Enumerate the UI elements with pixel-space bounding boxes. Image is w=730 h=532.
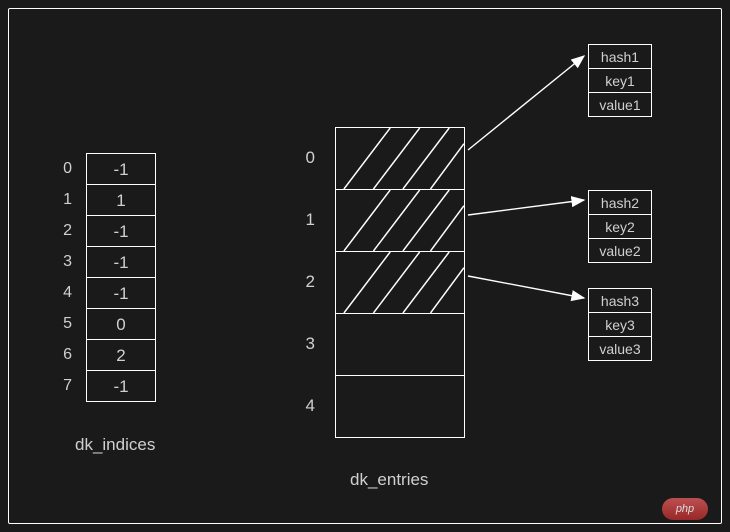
index-cell: -1 bbox=[86, 278, 156, 309]
entries-cells bbox=[335, 127, 465, 438]
entries-table: 0 1 2 3 4 bbox=[303, 127, 465, 438]
indices-row-labels: 0 1 2 3 4 5 6 7 bbox=[60, 153, 72, 402]
index-label: 1 bbox=[60, 184, 72, 215]
index-cell: 2 bbox=[86, 340, 156, 371]
entry-label: 3 bbox=[303, 313, 315, 375]
watermark-badge: php bbox=[662, 498, 708, 520]
entry-detail-1: hash2 key2 value2 bbox=[588, 190, 652, 263]
entry-cell-3 bbox=[335, 314, 465, 376]
indices-table: 0 1 2 3 4 5 6 7 -1 1 -1 -1 -1 0 2 -1 bbox=[60, 153, 156, 402]
entries-caption: dk_entries bbox=[350, 470, 428, 490]
entries-row-labels: 0 1 2 3 4 bbox=[303, 127, 315, 438]
detail-hash: hash1 bbox=[588, 45, 652, 69]
index-label: 4 bbox=[60, 277, 72, 308]
detail-key: key3 bbox=[588, 313, 652, 337]
detail-value: value3 bbox=[588, 337, 652, 361]
index-cell: -1 bbox=[86, 216, 156, 247]
index-cell: 0 bbox=[86, 309, 156, 340]
detail-key: key1 bbox=[588, 69, 652, 93]
entry-detail-0: hash1 key1 value1 bbox=[588, 44, 652, 117]
entry-label: 0 bbox=[303, 127, 315, 189]
entry-cell-0 bbox=[335, 128, 465, 190]
indices-caption: dk_indices bbox=[75, 435, 155, 455]
index-label: 5 bbox=[60, 308, 72, 339]
index-label: 6 bbox=[60, 339, 72, 370]
entry-cell-1 bbox=[335, 190, 465, 252]
detail-hash: hash3 bbox=[588, 289, 652, 313]
index-label: 2 bbox=[60, 215, 72, 246]
index-label: 0 bbox=[60, 153, 72, 184]
entry-label: 2 bbox=[303, 251, 315, 313]
entry-cell-2 bbox=[335, 252, 465, 314]
indices-cells: -1 1 -1 -1 -1 0 2 -1 bbox=[86, 153, 156, 402]
entry-detail-2: hash3 key3 value3 bbox=[588, 288, 652, 361]
index-cell: 1 bbox=[86, 185, 156, 216]
entry-label: 1 bbox=[303, 189, 315, 251]
entry-cell-4 bbox=[335, 376, 465, 438]
index-label: 3 bbox=[60, 246, 72, 277]
index-label: 7 bbox=[60, 370, 72, 401]
index-cell: -1 bbox=[86, 247, 156, 278]
entry-label: 4 bbox=[303, 375, 315, 437]
detail-hash: hash2 bbox=[588, 191, 652, 215]
detail-key: key2 bbox=[588, 215, 652, 239]
detail-value: value2 bbox=[588, 239, 652, 263]
index-cell: -1 bbox=[86, 371, 156, 402]
index-cell: -1 bbox=[86, 154, 156, 185]
detail-value: value1 bbox=[588, 93, 652, 117]
